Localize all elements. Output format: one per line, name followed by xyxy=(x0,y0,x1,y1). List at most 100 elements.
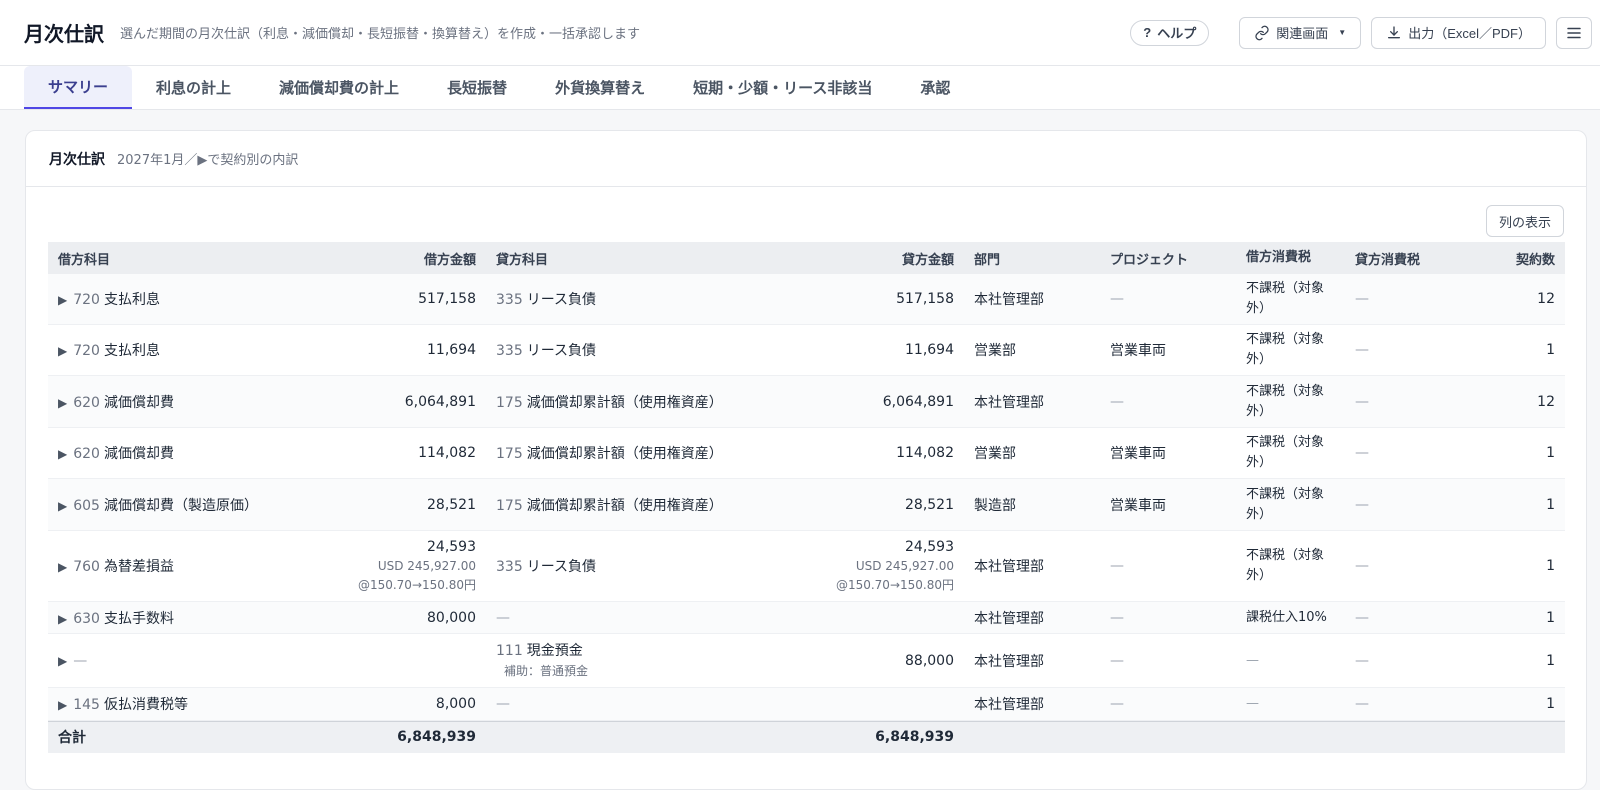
expand-row-icon[interactable]: ▶ xyxy=(58,499,67,513)
debit-account-cell: ▶ — xyxy=(48,653,332,669)
debit-account-code: 720 xyxy=(73,292,100,308)
department: 製造部 xyxy=(974,497,1016,514)
tab-approval[interactable]: 承認 xyxy=(896,66,974,109)
debit-tax-cell: — xyxy=(1236,694,1345,714)
project: 営業車両 xyxy=(1110,343,1166,359)
credit-account-code: 335 xyxy=(496,343,523,359)
table-row[interactable]: ▶ 620 減価償却費 114,082 175 減価償却累計額（使用権資産） 114,082… xyxy=(48,428,1565,479)
expand-row-icon[interactable]: ▶ xyxy=(58,396,67,410)
table-row[interactable]: ▶ 720 支払利息 11,694 335 リース負債 11,694 営業部 営業車両 不課税（対… xyxy=(48,325,1565,376)
debit-tax: 不課税（対象外） xyxy=(1246,435,1325,470)
debit-amount: 517,158 xyxy=(418,291,476,307)
table-row[interactable]: ▶ 620 減価償却費 6,064,891 175 減価償却累計額（使用権資産） 6,064… xyxy=(48,376,1565,428)
expand-row-icon[interactable]: ▶ xyxy=(58,447,67,461)
credit-account-name: — xyxy=(496,696,510,712)
credit-account-name: 現金預金 xyxy=(526,642,583,659)
debit-account-name: 支払手数料 xyxy=(103,610,174,627)
credit-amount: 517,158 xyxy=(896,291,954,307)
table-row[interactable]: ▶ 720 支払利息 517,158 335 リース負債 517,158 本社管理部 — 不課税（… xyxy=(48,274,1565,325)
total-debit-amount: 6,848,939 xyxy=(397,729,476,745)
table-row[interactable]: ▶ 760 為替差損益 24,593 USD 245,927.00 @150.70→150… xyxy=(48,531,1565,602)
page-title: 月次仕訳 xyxy=(24,22,104,46)
debit-account-code: 760 xyxy=(73,559,100,575)
table-row[interactable]: ▶ 605 減価償却費（製造原価） 28,521 175 減価償却累計額（使用権資産） 28… xyxy=(48,479,1565,531)
department: 本社管理部 xyxy=(974,610,1044,627)
help-button[interactable]: ? ヘルプ xyxy=(1130,19,1210,46)
credit-account-name: 減価償却累計額（使用権資産） xyxy=(526,394,723,411)
tab-depreciation[interactable]: 減価償却費の計上 xyxy=(255,66,423,109)
table-row[interactable]: ▶ —111 現金預金 補助：普通預金 88,000 本社管理部 — — —1 xyxy=(48,634,1565,688)
credit-amount: 88,000 xyxy=(905,652,954,669)
debit-amount: 114,082 xyxy=(418,445,476,461)
debit-tax-cell: — xyxy=(1236,651,1345,671)
debit-account-cell: ▶ 760 為替差損益 xyxy=(48,556,332,576)
total-credit-amount: 6,848,939 xyxy=(875,729,954,745)
debit-amount-cell: 80,000 xyxy=(332,608,486,628)
debit-amount-cell: 6,064,891 xyxy=(332,392,486,412)
credit-tax-cell: — xyxy=(1345,610,1455,626)
department-cell: 営業部 xyxy=(964,443,1100,463)
debit-amount: 11,694 xyxy=(427,342,476,358)
debit-account-code: 620 xyxy=(73,446,100,462)
department: 本社管理部 xyxy=(974,292,1044,308)
credit-tax: — xyxy=(1355,291,1369,307)
credit-account-cell: 175 減価償却累計額（使用権資産） xyxy=(486,443,804,463)
related-screens-button[interactable]: 関連画面 ▼ xyxy=(1239,16,1362,49)
debit-amount-cell: 28,521 xyxy=(332,495,486,515)
debit-fx-amount: USD 245,927.00 xyxy=(377,559,476,573)
menu-button[interactable] xyxy=(1556,16,1592,49)
project-cell: 営業車両 xyxy=(1100,443,1236,463)
table-total-row: 合計 6,848,939 6,848,939 xyxy=(48,721,1565,753)
credit-amount: 11,694 xyxy=(905,342,954,358)
credit-account-code: 175 xyxy=(496,497,523,514)
expand-row-icon[interactable]: ▶ xyxy=(58,293,67,307)
department-cell: 本社管理部 xyxy=(964,392,1100,412)
expand-row-icon[interactable]: ▶ xyxy=(58,344,67,358)
expand-row-icon[interactable]: ▶ xyxy=(58,698,67,712)
credit-account-cell: 335 リース負債 xyxy=(486,556,804,576)
export-button[interactable]: 出力（Excel／PDF） xyxy=(1371,16,1546,49)
contract-count: 12 xyxy=(1537,291,1555,307)
department: 本社管理部 xyxy=(974,559,1044,575)
expand-row-icon[interactable]: ▶ xyxy=(58,560,67,574)
project-cell: 営業車両 xyxy=(1100,340,1236,360)
debit-tax: — xyxy=(1246,696,1259,711)
journal-table: 借方科目 借方金額 貸方科目 貸方金額 部門 プロジェクト 借方消費税 貸方消費… xyxy=(48,242,1565,753)
project: — xyxy=(1110,558,1124,574)
debit-tax: 不課税（対象外） xyxy=(1246,332,1325,367)
expand-row-icon[interactable]: ▶ xyxy=(58,654,67,668)
journal-card: 月次仕訳 2027年1月／▶で契約別の内訳 列の表示 借方科目 借方金額 貸方科… xyxy=(25,130,1587,790)
debit-account-name: 支払利息 xyxy=(103,343,160,359)
column-visibility-button[interactable]: 列の表示 xyxy=(1485,205,1564,237)
tab-fx-translation[interactable]: 外貨換算替え xyxy=(531,66,669,109)
contract-count: 1 xyxy=(1546,558,1555,574)
tab-interest[interactable]: 利息の計上 xyxy=(132,66,255,109)
credit-tax-cell: — xyxy=(1345,394,1455,410)
credit-account-name: 減価償却累計額（使用権資産） xyxy=(526,497,723,514)
credit-account-cell: 111 現金預金 補助：普通預金 xyxy=(486,640,804,682)
credit-account-cell: — xyxy=(486,696,804,712)
credit-amount: 114,082 xyxy=(896,445,954,461)
tab-summary[interactable]: サマリー xyxy=(24,66,133,109)
header-contracts: 契約数 xyxy=(1515,252,1555,268)
table-row[interactable]: ▶ 145 仮払消費税等 8,000 — 本社管理部 — — — 1 xyxy=(48,688,1565,721)
credit-tax: — xyxy=(1355,496,1369,513)
tab-reclassification[interactable]: 長短振替 xyxy=(423,66,531,109)
debit-account-name: 為替差損益 xyxy=(103,559,174,575)
debit-amount-cell: 8,000 xyxy=(332,694,486,714)
debit-account-code: 605 xyxy=(73,497,100,514)
credit-account-name: リース負債 xyxy=(526,559,597,575)
department: 営業部 xyxy=(974,343,1016,359)
expand-row-icon[interactable]: ▶ xyxy=(58,612,67,626)
department-cell: 本社管理部 xyxy=(964,608,1100,628)
hamburger-icon xyxy=(1567,27,1581,38)
tab-short-term-exempt[interactable]: 短期・少額・リース非該当 xyxy=(669,66,896,109)
debit-tax-cell: 不課税（対象外） xyxy=(1236,330,1345,370)
project: — xyxy=(1110,696,1124,712)
table-row[interactable]: ▶ 630 支払手数料 80,000 — 本社管理部 — 課税仕入10% — 1 xyxy=(48,602,1565,634)
debit-tax-cell: 課税仕入10% xyxy=(1236,608,1345,628)
project: 営業車両 xyxy=(1110,446,1166,462)
contract-count: 1 xyxy=(1546,496,1555,513)
credit-amount-cell: 28,521 xyxy=(804,495,964,515)
project-cell: — xyxy=(1100,558,1236,574)
